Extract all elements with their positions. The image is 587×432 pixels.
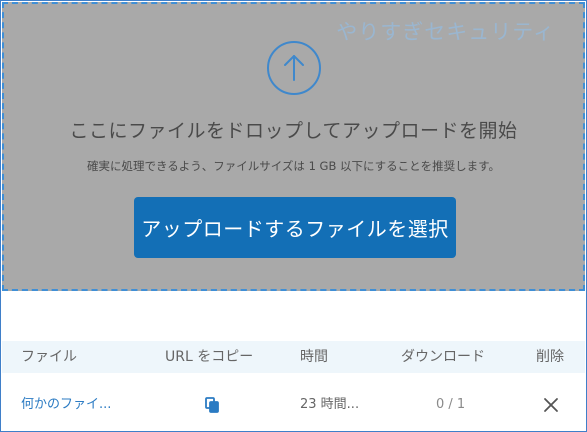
column-header-file: ファイル bbox=[21, 349, 77, 365]
column-header-copy-url: URL をコピー bbox=[165, 349, 254, 365]
arrow-up-circle-icon bbox=[267, 41, 321, 95]
file-dropzone[interactable]: やりすぎセキュリティ ここにファイルをドロップしてアップロードを開始 確実に処理… bbox=[2, 2, 585, 291]
column-header-time: 時間 bbox=[300, 349, 328, 365]
column-header-delete: 削除 bbox=[536, 349, 564, 365]
dropzone-subtitle: 確実に処理できるよう、ファイルサイズは 1 GB 以下にすることを推奨します。 bbox=[87, 159, 500, 173]
column-header-download: ダウンロード bbox=[401, 349, 485, 365]
app-window: やりすぎセキュリティ ここにファイルをドロップしてアップロードを開始 確実に処理… bbox=[0, 0, 587, 432]
copy-icon[interactable] bbox=[203, 396, 221, 414]
download-count: 0 / 1 bbox=[436, 397, 466, 412]
time-remaining: 23 時間... bbox=[300, 397, 360, 412]
dropzone-title: ここにファイルをドロップしてアップロードを開始 bbox=[69, 120, 518, 142]
close-icon[interactable] bbox=[543, 397, 559, 413]
brand-watermark: やりすぎセキュリティ bbox=[336, 20, 555, 44]
file-name-link[interactable]: 何かのファイ... bbox=[21, 389, 111, 421]
upload-table: ファイル URL をコピー 時間 ダウンロード 削除 何かのファイ... 23 … bbox=[2, 341, 585, 431]
table-header: ファイル URL をコピー 時間 ダウンロード 削除 bbox=[2, 341, 585, 373]
table-row: 何かのファイ... 23 時間... 0 / 1 bbox=[2, 389, 585, 423]
select-file-button[interactable]: アップロードするファイルを選択 bbox=[134, 197, 456, 258]
